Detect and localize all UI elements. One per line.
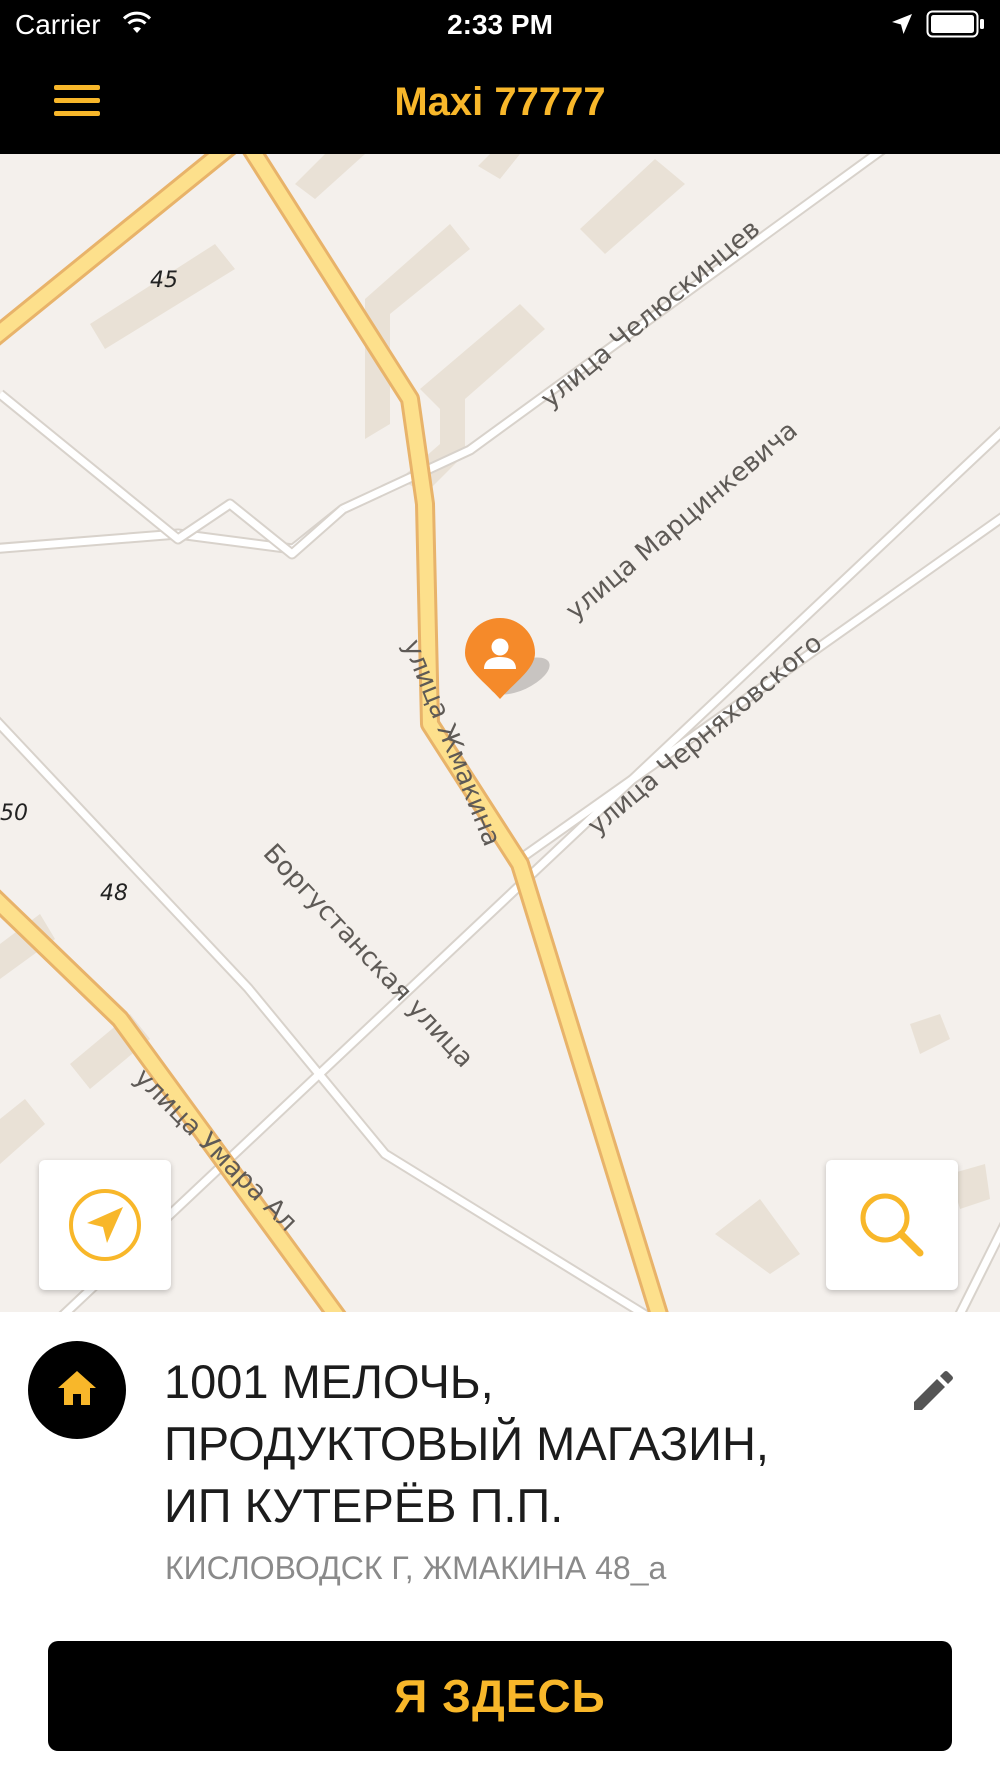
house-number: 48	[100, 881, 128, 906]
location-arrow-icon	[892, 14, 912, 34]
navigation-arrow-icon	[69, 1189, 141, 1261]
place-panel: 1001 МЕЛОЧЬ, ПРОДУКТОВЫЙ МАГАЗИН, ИП КУТ…	[0, 1312, 1000, 1778]
hamburger-menu-icon[interactable]	[40, 70, 116, 130]
street-label: улица Челюскинцев	[535, 214, 766, 414]
house-number: 50	[0, 801, 28, 826]
house-number: 45	[150, 268, 178, 293]
pencil-icon	[914, 1371, 953, 1410]
locate-me-button[interactable]	[39, 1160, 171, 1290]
map-view[interactable]: улица Челюскинцев улица Марцинкевича ули…	[0, 154, 1000, 1312]
edit-place-button[interactable]	[898, 1356, 968, 1426]
status-bar: Carrier 2:33 PM	[0, 0, 1000, 50]
app-title: Maxi 77777	[394, 80, 606, 124]
street-label: улица Черняховского	[582, 628, 828, 841]
place-name: 1001 МЕЛОЧЬ, ПРОДУКТОВЫЙ МАГАЗИН, ИП КУТ…	[164, 1355, 769, 1532]
map-canvas: улица Челюскинцев улица Марцинкевича ули…	[0, 154, 1000, 1312]
street-label: улица Марцинкевича	[560, 415, 803, 626]
user-location-pin-icon[interactable]	[465, 618, 555, 702]
search-button[interactable]	[826, 1160, 958, 1290]
i-am-here-button[interactable]: Я ЗДЕСЬ	[48, 1641, 952, 1751]
battery-icon	[926, 10, 984, 38]
home-icon	[28, 1341, 126, 1439]
place-address: КИСЛОВОДСК Г, ЖМАКИНА 48_а	[165, 1550, 667, 1586]
search-icon	[860, 1193, 924, 1257]
nav-bar: Maxi 77777	[0, 50, 1000, 154]
status-time: 2:33 PM	[447, 9, 553, 40]
